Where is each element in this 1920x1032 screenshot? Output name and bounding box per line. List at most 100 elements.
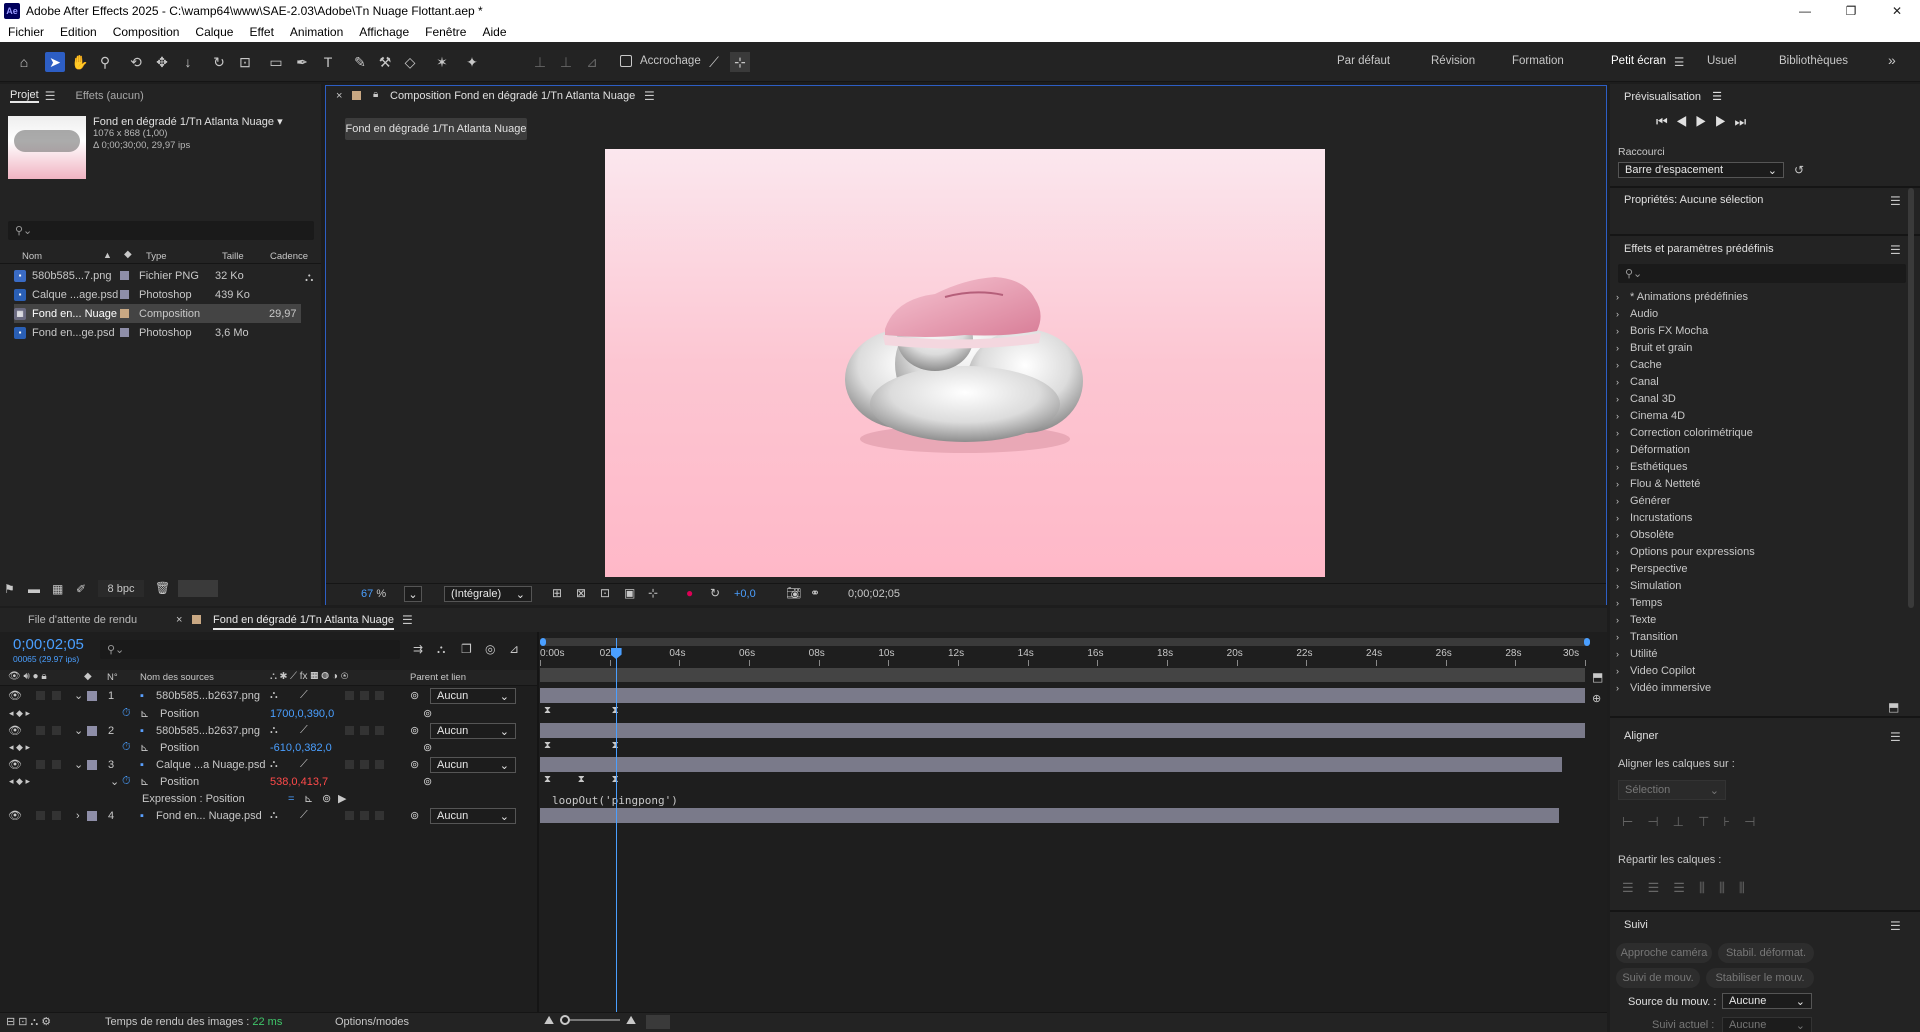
project-item[interactable]: ▦ Fond en... Nuage Composition 29,97 [14, 304, 301, 323]
effects-category[interactable]: › Obsolète [1616, 526, 1674, 543]
panel-menu-icon[interactable]: ☰ [1890, 243, 1901, 257]
warp-stabilizer-button[interactable]: Stabil. déformat. [1718, 943, 1814, 963]
effects-category[interactable]: › Options pour expressions [1616, 543, 1755, 560]
clone-stamp-tool-icon[interactable]: ⚒ [375, 52, 395, 72]
text-tool-icon[interactable]: T [318, 52, 338, 72]
stopwatch-icon[interactable]: ⏱︎ [122, 775, 131, 788]
quality-switch-icon[interactable]: ⟋ [300, 758, 308, 771]
anchor-point-tool-icon[interactable]: ⊡ [235, 52, 255, 72]
parent-dropdown[interactable]: Aucun ⌄ [430, 688, 516, 704]
preview-title[interactable]: Prévisualisation ☰ [1624, 90, 1722, 103]
track-area[interactable]: ⧗⧗⧗⧗⧗⧗⧗ [540, 688, 1585, 828]
rotation-tool-icon[interactable]: ↻ [209, 52, 229, 72]
label-swatch[interactable] [120, 328, 129, 337]
expression-row[interactable]: Expression : Position = ⊾ ⊚ ▶ [0, 790, 537, 807]
quality-switch-icon[interactable]: ⟋ [300, 689, 308, 702]
axis-world-icon[interactable]: ⊥ [556, 52, 576, 72]
channels-icon[interactable]: ● [686, 586, 693, 600]
project-search-input[interactable]: ⚲⌄ [8, 221, 314, 240]
pen-tool-icon[interactable]: ✒ [292, 52, 312, 72]
label-swatch[interactable] [120, 309, 129, 318]
exposure-value[interactable]: +0,0 [734, 588, 756, 600]
sort-asc-icon[interactable]: ▲ [103, 250, 112, 260]
new-composition-icon[interactable]: ▦ [52, 582, 63, 596]
property-row[interactable]: ◂ ◆ ▸ ⏱︎ ⊾ Position 1700,0,390,0 ⊚ [0, 705, 537, 722]
lock-icon[interactable]: 🔒︎ [373, 89, 378, 100]
project-item[interactable]: ▪ Fond en...ge.psd Photoshop 3,6 Mo [14, 323, 301, 342]
pick-whip-icon[interactable]: ⊚ [423, 707, 432, 720]
resolution-dropdown[interactable]: (Intégrale) ⌄ [444, 586, 532, 602]
layer-duration-bar[interactable] [540, 808, 1559, 823]
panel-menu-icon[interactable]: ☰ [1890, 919, 1901, 933]
layer-label-swatch[interactable] [87, 725, 97, 736]
tab-composition-timeline[interactable]: Fond en dégradé 1/Tn Atlanta Nuage [213, 614, 395, 630]
stabilize-motion-button[interactable]: Stabiliser le mouv. [1706, 968, 1814, 988]
dolly-camera-icon[interactable]: ↓ [178, 52, 198, 72]
chevron-down-icon[interactable]: ⌄ [74, 689, 83, 702]
flowchart-icon[interactable]: ⛬ [305, 270, 313, 285]
parent-dropdown[interactable]: Aucun ⌄ [430, 757, 516, 773]
lock-toggle[interactable] [52, 811, 61, 820]
zoom-out-icon[interactable]: ⛰ [544, 1013, 554, 1028]
visibility-eye-icon[interactable]: 👁︎ [8, 809, 22, 822]
layer-label-swatch[interactable] [87, 759, 97, 770]
effects-category[interactable]: › Perspective [1616, 560, 1687, 577]
menu-edition[interactable]: Edition [52, 25, 105, 39]
keyframe-nav-icon[interactable]: ◂ ◆ ▸ [9, 742, 30, 753]
restore-icon[interactable]: ❐ [1828, 0, 1874, 22]
selection-tool-icon[interactable]: ➤ [45, 52, 65, 72]
reset-exposure-icon[interactable]: ↻ [710, 586, 720, 600]
position-value[interactable]: 1700,0,390,0 [270, 708, 334, 720]
quality-switch-icon[interactable]: ⟋ [300, 724, 308, 737]
snap-options-icon[interactable]: ⟋ [704, 52, 724, 72]
position-value[interactable]: 538,0,413,7 [270, 776, 328, 788]
layer-name[interactable]: Calque ...a Nuage.psd [156, 759, 265, 771]
menu-calque[interactable]: Calque [187, 25, 241, 39]
current-track-dropdown[interactable]: Aucune ⌄ [1722, 1017, 1812, 1032]
zoom-dropdown[interactable]: ⌄ [404, 586, 422, 602]
graph-icon[interactable]: ⊾ [140, 707, 149, 720]
pick-whip-icon[interactable]: ⊚ [410, 758, 419, 771]
effects-category[interactable]: › Cinema 4D [1616, 407, 1685, 424]
align-to-dropdown[interactable]: Sélection ⌄ [1618, 780, 1726, 800]
col-type[interactable]: Type [146, 251, 167, 262]
solo-toggle[interactable] [36, 691, 45, 700]
collapse-switch-icon[interactable]: ⛬ [270, 689, 278, 702]
property-row[interactable]: ◂ ◆ ▸ ⏱︎ ⊾ Position -610,0,382,0 ⊚ [0, 739, 537, 756]
axis-local-icon[interactable]: ⊥ [530, 52, 550, 72]
effects-category[interactable]: › Bruit et grain [1616, 339, 1692, 356]
trash-icon[interactable]: 🗑 [155, 581, 170, 595]
lock-toggle[interactable] [52, 760, 61, 769]
chevron-down-icon[interactable]: ⌄ [74, 724, 83, 737]
align-buttons[interactable]: ⊢⊣⊥⊤⊦⊣ [1622, 814, 1769, 830]
comp-mini-flowchart-icon[interactable]: ⇉ [413, 642, 423, 656]
guides-icon[interactable]: ▣ [624, 586, 635, 600]
project-item[interactable]: ▪ 580b585...7.png Fichier PNG 32 Ko [14, 266, 301, 285]
project-item[interactable]: ▪ Calque ...age.psd Photoshop 439 Ko [14, 285, 301, 304]
effects-search-input[interactable]: ⚲⌄ [1618, 264, 1906, 283]
orbit-camera-icon[interactable]: ⟲ [126, 52, 146, 72]
graph-icon[interactable]: ⊾ [140, 741, 149, 754]
keyframe-icon[interactable]: ⧗ [578, 774, 585, 785]
visibility-eye-icon[interactable]: 👁︎ [8, 758, 22, 771]
layer-duration-bar[interactable] [540, 757, 1562, 772]
solo-toggle[interactable] [36, 726, 45, 735]
close-tab-icon[interactable]: × [176, 614, 182, 626]
panel-menu-icon[interactable]: ☰ [1890, 730, 1901, 744]
effects-category[interactable]: › Incrustations [1616, 509, 1692, 526]
chevron-down-icon[interactable]: ⌄ [110, 775, 119, 788]
parent-dropdown[interactable]: Aucun ⌄ [430, 808, 516, 824]
collapse-switch-icon[interactable]: ⛬ [270, 758, 278, 771]
timeline-footer-icons[interactable]: ⊟ ⊡ ⛬ ⚙ [6, 1015, 51, 1029]
timeline-search-input[interactable]: ⚲⌄ [100, 640, 400, 659]
interpret-footage-icon[interactable]: ⚑ [4, 582, 15, 596]
tab-render-queue[interactable]: File d'attente de rendu [28, 614, 137, 626]
workspace-review[interactable]: Révision [1431, 55, 1475, 67]
panel-menu-icon[interactable]: ☰ [45, 89, 56, 103]
visibility-eye-icon[interactable]: 👁︎ [8, 724, 22, 737]
collapse-switch-icon[interactable]: ⛬ [270, 809, 278, 822]
scrollbar[interactable] [1908, 188, 1914, 608]
effects-category[interactable]: › Flou & Netteté [1616, 475, 1700, 492]
effects-category[interactable]: › Canal 3D [1616, 390, 1676, 407]
mask-visibility-icon[interactable]: ⊡ [600, 586, 610, 600]
